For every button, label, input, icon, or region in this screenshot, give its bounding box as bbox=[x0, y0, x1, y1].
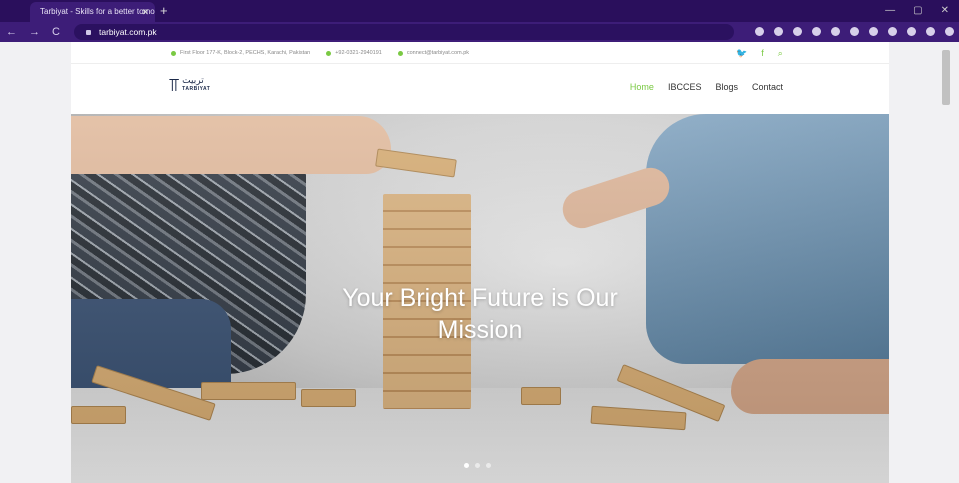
nav-contact[interactable]: Contact bbox=[752, 82, 783, 92]
site-logo[interactable]: ⫪ تربیت TARBIYAT bbox=[169, 76, 210, 94]
extension-icon[interactable] bbox=[831, 27, 840, 36]
hero-title-line1: Your Bright Future is Our bbox=[342, 284, 618, 312]
slider-dot-1[interactable] bbox=[464, 463, 469, 468]
logo-arabic: تربیت bbox=[182, 76, 204, 86]
google-icon[interactable] bbox=[755, 27, 764, 36]
browser-tab[interactable]: Tarbiyat - Skills for a better tomo ✕ bbox=[30, 2, 155, 22]
puzzle-icon[interactable] bbox=[888, 27, 897, 36]
maximize-button[interactable]: ▢ bbox=[913, 0, 922, 22]
slider-dots bbox=[464, 463, 491, 468]
logo-mark-icon: ⫪ bbox=[169, 75, 180, 95]
back-button[interactable]: ← bbox=[6, 22, 17, 42]
social-links: 🐦 f ⌕ bbox=[736, 42, 783, 64]
page-scrollbar[interactable] bbox=[938, 42, 959, 483]
hero-slider: Your Bright Future is Our Mission bbox=[71, 114, 889, 483]
reload-button[interactable]: C bbox=[52, 22, 60, 42]
location-pin-icon bbox=[171, 50, 176, 56]
facebook-icon[interactable]: f bbox=[761, 42, 764, 64]
address-item: First Floor 177-K, Block-2, PECHS, Karac… bbox=[171, 42, 310, 64]
email-icon bbox=[397, 50, 403, 56]
new-tab-button[interactable]: + bbox=[160, 2, 168, 20]
nav-home[interactable]: Home bbox=[630, 82, 654, 92]
nav-ibcces[interactable]: IBCCES bbox=[668, 82, 702, 92]
minimize-button[interactable]: — bbox=[885, 0, 895, 22]
contact-info: First Floor 177-K, Block-2, PECHS, Karac… bbox=[171, 42, 469, 64]
slider-dot-3[interactable] bbox=[486, 463, 491, 468]
share-icon[interactable] bbox=[774, 27, 783, 36]
lock-icon[interactable] bbox=[86, 30, 91, 36]
twitter-icon[interactable]: 🐦 bbox=[736, 42, 747, 64]
window-controls: — ▢ ✕ bbox=[885, 0, 949, 22]
search-icon[interactable]: ⌕ bbox=[778, 42, 783, 64]
close-window-button[interactable]: ✕ bbox=[941, 0, 949, 22]
bookmark-star-icon[interactable] bbox=[793, 27, 802, 36]
contact-topbar: First Floor 177-K, Block-2, PECHS, Karac… bbox=[71, 42, 889, 64]
extension-icon[interactable] bbox=[850, 27, 859, 36]
url-input[interactable]: tarbiyat.com.pk bbox=[74, 24, 734, 40]
phone-text: +92-0321-2940191 bbox=[335, 50, 382, 56]
slider-dot-2[interactable] bbox=[475, 463, 480, 468]
browser-tab-bar: Tarbiyat - Skills for a better tomo ✕ + … bbox=[0, 0, 959, 22]
address-text: First Floor 177-K, Block-2, PECHS, Karac… bbox=[180, 50, 311, 56]
close-tab-icon[interactable]: ✕ bbox=[141, 2, 149, 22]
email-text: connect@tarbiyat.com.pk bbox=[406, 50, 469, 56]
email-item[interactable]: connect@tarbiyat.com.pk bbox=[397, 42, 469, 64]
phone-icon bbox=[326, 50, 332, 56]
address-bar: ← → C tarbiyat.com.pk bbox=[0, 22, 959, 42]
extensions-area bbox=[755, 25, 954, 36]
hero-title: Your Bright Future is Our Mission bbox=[71, 282, 889, 346]
nav-blogs[interactable]: Blogs bbox=[715, 82, 738, 92]
logo-text: تربیت TARBIYAT bbox=[182, 77, 210, 93]
web-page: First Floor 177-K, Block-2, PECHS, Karac… bbox=[71, 42, 889, 483]
hero-title-line2: Mission bbox=[437, 316, 523, 344]
site-header: ⫪ تربیت TARBIYAT Home IBCCES Blogs Conta… bbox=[71, 64, 889, 114]
phone-item[interactable]: +92-0321-2940191 bbox=[326, 42, 382, 64]
nav-buttons: ← → C bbox=[6, 22, 60, 42]
tab-title: Tarbiyat - Skills for a better tomo bbox=[40, 7, 155, 16]
url-text: tarbiyat.com.pk bbox=[99, 27, 157, 37]
sidebar-icon[interactable] bbox=[907, 27, 916, 36]
forward-button[interactable]: → bbox=[29, 22, 40, 42]
menu-dots-icon[interactable] bbox=[945, 27, 954, 36]
logo-english: TARBIYAT bbox=[182, 86, 211, 92]
scrollbar-thumb[interactable] bbox=[942, 50, 950, 105]
profile-avatar[interactable] bbox=[926, 27, 935, 36]
extension-icon[interactable] bbox=[869, 27, 878, 36]
extension-icon[interactable] bbox=[812, 27, 821, 36]
main-nav: Home IBCCES Blogs Contact bbox=[630, 82, 783, 92]
